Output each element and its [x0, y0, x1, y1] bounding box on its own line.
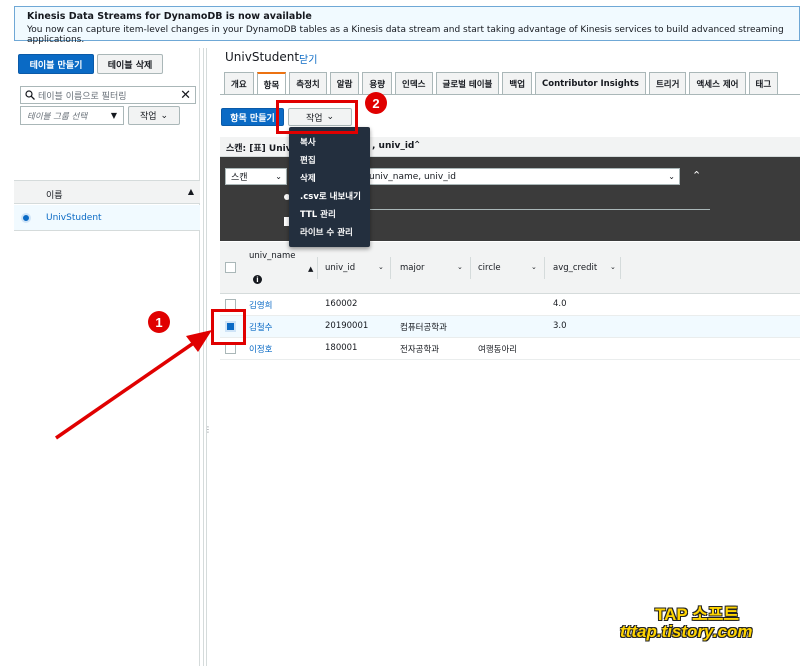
watermark-url: tttap.tistory.com: [620, 622, 753, 641]
arrow-icon: [55, 330, 212, 440]
